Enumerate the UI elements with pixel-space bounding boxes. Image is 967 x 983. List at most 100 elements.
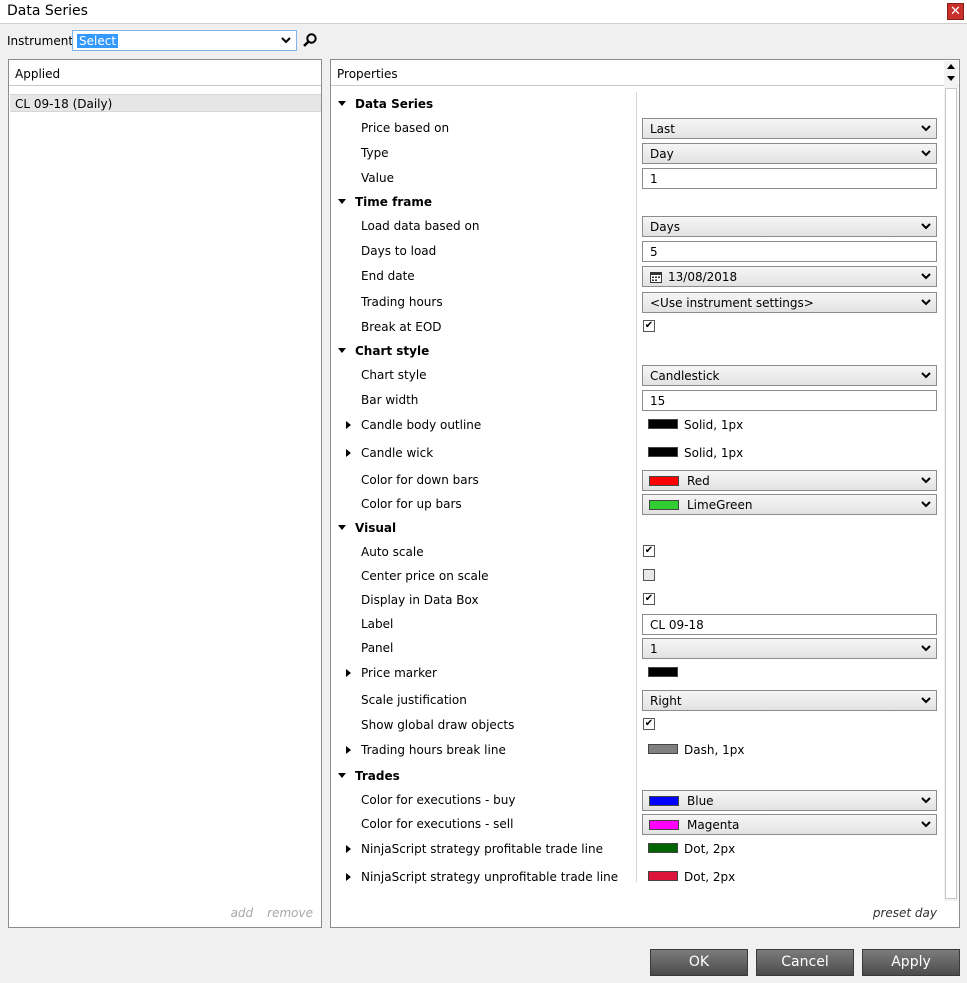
property-label: Color for down bars	[361, 473, 479, 487]
expand-icon[interactable]	[346, 746, 351, 754]
stroke-value[interactable]: Dash, 1px	[684, 743, 744, 757]
color-swatch[interactable]	[648, 419, 678, 429]
scroll-down-icon[interactable]	[947, 76, 955, 81]
window-title: Data Series	[7, 3, 88, 19]
scroll-thumb[interactable]	[945, 88, 957, 899]
color-for-executions-buy-color-dropdown[interactable]: Blue	[642, 790, 937, 811]
category-data-series[interactable]: Data Series	[331, 92, 943, 116]
collapse-icon[interactable]	[338, 525, 346, 530]
scale-justification-dropdown[interactable]: Right	[642, 690, 937, 711]
chevron-down-icon	[921, 273, 931, 280]
bar-width-input[interactable]: 15	[642, 390, 937, 411]
applied-footer: add remove	[217, 906, 313, 920]
property-label: Color for up bars	[361, 497, 462, 511]
scroll-up-icon[interactable]	[947, 64, 955, 69]
property-row-trading-hours: Trading hours <Use instrument settings>	[331, 290, 943, 314]
collapse-icon[interactable]	[338, 348, 346, 353]
panel-dropdown[interactable]: 1	[642, 638, 937, 659]
property-label: Scale justification	[361, 693, 467, 707]
color-for-down-bars-color-dropdown[interactable]: Red	[642, 470, 937, 491]
property-label: Trades	[355, 769, 400, 783]
property-row-load-data-based-on: Load data based on Days	[331, 214, 943, 238]
expand-icon[interactable]	[346, 845, 351, 853]
calendar-icon	[650, 272, 662, 283]
add-link[interactable]: add	[231, 906, 254, 920]
color-swatch[interactable]	[648, 871, 678, 881]
show-global-draw-objects-checkbox[interactable]: ✔	[643, 718, 655, 730]
cancel-button[interactable]: Cancel	[756, 949, 854, 976]
break-at-eod-checkbox[interactable]: ✔	[643, 320, 655, 332]
stroke-value[interactable]: Dot, 2px	[684, 870, 735, 884]
chevron-down-icon	[921, 821, 931, 828]
chart-style-dropdown[interactable]: Candlestick	[642, 365, 937, 386]
property-row-break-at-eod: Break at EOD ✔	[331, 315, 943, 339]
auto-scale-checkbox[interactable]: ✔	[643, 545, 655, 557]
load-data-based-on-dropdown[interactable]: Days	[642, 216, 937, 237]
property-label: Show global draw objects	[361, 718, 515, 732]
collapse-icon[interactable]	[338, 773, 346, 778]
property-label: NinjaScript strategy profitable trade li…	[361, 842, 603, 856]
remove-link[interactable]: remove	[267, 906, 313, 920]
color-for-executions-sell-color-dropdown[interactable]: Magenta	[642, 814, 937, 835]
preset-link[interactable]: preset day	[873, 906, 937, 920]
color-swatch[interactable]	[648, 447, 678, 457]
property-row-display-in-data-box: Display in Data Box ✔	[331, 588, 943, 612]
label-input[interactable]: CL 09-18	[642, 614, 937, 635]
property-row-color-for-up-bars: Color for up bars LimeGreen	[331, 492, 943, 516]
category-chart-style[interactable]: Chart style	[331, 339, 943, 363]
property-row-chart-style: Chart style Candlestick	[331, 363, 943, 387]
applied-header: Applied	[9, 60, 321, 86]
display-in-data-box-checkbox[interactable]: ✔	[643, 593, 655, 605]
trading-hours-dropdown[interactable]: <Use instrument settings>	[642, 292, 937, 313]
expand-icon[interactable]	[346, 449, 351, 457]
chevron-down-icon	[921, 645, 931, 652]
chevron-down-icon	[921, 797, 931, 804]
value-input[interactable]: 1	[642, 168, 937, 189]
stroke-value[interactable]: Solid, 1px	[684, 418, 743, 432]
property-label: Color for executions - buy	[361, 793, 516, 807]
property-label: Display in Data Box	[361, 593, 479, 607]
color-swatch[interactable]	[648, 667, 678, 677]
applied-item[interactable]: CL 09-18 (Daily)	[10, 94, 321, 112]
expand-icon[interactable]	[346, 669, 351, 677]
category-visual[interactable]: Visual	[331, 516, 943, 540]
center-price-on-scale-checkbox[interactable]	[643, 569, 655, 581]
category-trades[interactable]: Trades	[331, 764, 943, 788]
expand-icon[interactable]	[346, 421, 351, 429]
price-based-on-dropdown[interactable]: Last	[642, 118, 937, 139]
color-value: Magenta	[687, 818, 740, 832]
dropdown-value: <Use instrument settings>	[650, 296, 814, 310]
collapse-icon[interactable]	[338, 101, 346, 106]
chevron-down-icon	[921, 372, 931, 379]
stroke-value[interactable]: Solid, 1px	[684, 446, 743, 460]
category-time-frame[interactable]: Time frame	[331, 190, 943, 214]
color-for-up-bars-color-dropdown[interactable]: LimeGreen	[642, 494, 937, 515]
ok-button[interactable]: OK	[650, 949, 748, 976]
property-row-color-for-executions-buy: Color for executions - buy Blue	[331, 788, 943, 812]
apply-button[interactable]: Apply	[862, 949, 960, 976]
days-to-load-input[interactable]: 5	[642, 241, 937, 262]
type-dropdown[interactable]: Day	[642, 143, 937, 164]
chevron-down-icon	[921, 150, 931, 157]
property-label: Candle body outline	[361, 418, 482, 432]
end-date-date-picker[interactable]: 13/08/2018	[642, 266, 937, 287]
property-row-center-price-on-scale: Center price on scale	[331, 564, 943, 588]
color-swatch[interactable]	[648, 843, 678, 853]
expand-icon[interactable]	[346, 873, 351, 881]
color-swatch[interactable]	[648, 744, 678, 754]
property-label: Center price on scale	[361, 569, 489, 583]
title-bar: Data Series ✕	[0, 0, 967, 24]
color-value: Red	[687, 474, 710, 488]
properties-scrollbar[interactable]	[944, 61, 958, 901]
property-row-label: Label CL 09-18	[331, 612, 943, 636]
search-icon[interactable]	[302, 32, 318, 48]
stroke-value[interactable]: Dot, 2px	[684, 842, 735, 856]
property-label: Trading hours	[361, 295, 443, 309]
instrument-select[interactable]: Select	[72, 30, 297, 51]
property-row-ninjascript-strategy-profitable-trade-line: NinjaScript strategy profitable trade li…	[331, 837, 943, 861]
input-value: 5	[650, 245, 658, 259]
collapse-icon[interactable]	[338, 199, 346, 204]
property-row-ninjascript-strategy-unprofitable-trade-line: NinjaScript strategy unprofitable trade …	[331, 865, 943, 889]
property-row-scale-justification: Scale justification Right	[331, 688, 943, 712]
close-icon[interactable]: ✕	[947, 3, 964, 20]
